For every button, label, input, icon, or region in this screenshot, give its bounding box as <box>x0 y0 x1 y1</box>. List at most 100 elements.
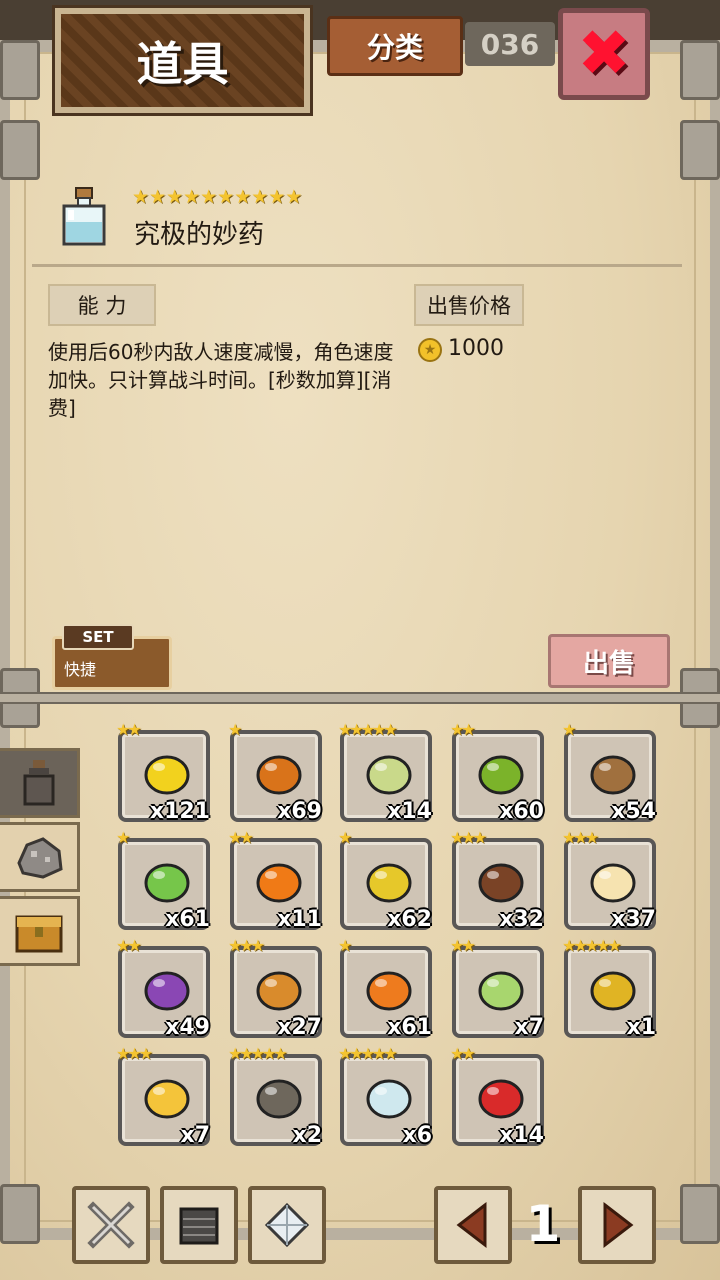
item-stars: ★★ <box>450 720 476 739</box>
arrow-left-icon <box>456 1201 487 1249</box>
item-slot-pumpkin[interactable]: ★ x69 <box>228 720 322 824</box>
item-slot-bread[interactable]: ★★★ x27 <box>228 936 322 1040</box>
item-slot-carrot[interactable]: ★ x61 <box>338 936 432 1040</box>
item-quantity: x7 <box>514 1015 545 1040</box>
next-page-button[interactable] <box>578 1186 656 1264</box>
item-stars: ★ <box>338 828 352 847</box>
price-tag: 出售价格 <box>414 284 524 326</box>
panel-divider <box>0 692 720 704</box>
item-slot-potato[interactable]: ★ x54 <box>562 720 656 824</box>
item-stars: ★★★★★ <box>338 1044 398 1063</box>
armor-tab-button[interactable] <box>160 1186 238 1264</box>
item-slot-cake[interactable]: ★★★ x37 <box>562 828 656 932</box>
item-slot-potion[interactable]: ★★★★★ x14 <box>338 720 432 824</box>
tab-potions[interactable] <box>0 748 80 818</box>
cake-icon <box>588 856 638 906</box>
shortcut-label: 快捷 <box>64 660 97 679</box>
item-quantity: x54 <box>611 799 656 824</box>
frame-rivet <box>680 40 720 100</box>
item-quantity: x62 <box>387 907 432 932</box>
frame-rivet <box>680 120 720 180</box>
item-quantity: x6 <box>402 1123 433 1148</box>
item-slot-kiwi[interactable]: ★★ x60 <box>450 720 544 824</box>
item-slot-pepper[interactable]: ★ x61 <box>116 828 210 932</box>
item-quantity: x7 <box>180 1123 211 1148</box>
chest-icon <box>15 915 62 953</box>
close-button[interactable]: ✖ <box>558 8 650 100</box>
tab-materials[interactable] <box>0 822 80 892</box>
item-slot-melon[interactable]: ★★ x7 <box>450 936 545 1040</box>
frame-rivet <box>0 40 40 100</box>
item-stars: ★★ <box>450 1044 476 1063</box>
item-stars: ★ <box>562 720 576 739</box>
potato-icon <box>588 748 638 798</box>
item-quantity: x14 <box>387 799 432 824</box>
item-slot-grapes[interactable]: ★★ x49 <box>116 936 210 1040</box>
frame-rivet <box>680 1184 720 1244</box>
gem-tab-button[interactable] <box>248 1186 326 1264</box>
item-stars: ★★★★★ <box>562 936 622 955</box>
item-quantity: x27 <box>277 1015 322 1040</box>
item-quantity: x1 <box>626 1015 657 1040</box>
item-stars: ★★★★★ <box>338 720 398 739</box>
category-button[interactable]: 分类 <box>327 16 463 76</box>
item-stars: ★ <box>228 720 242 739</box>
ore-icon <box>16 837 63 879</box>
item-name: 究极的妙药 <box>134 220 265 250</box>
detail-separator <box>32 264 682 267</box>
inventory-screen: 036 道具 分类 ✖ ★★★★★★★★★★ 究极的妙药 能 力 出售价格 使用… <box>0 0 720 1280</box>
hud-counter: 036 <box>465 22 555 66</box>
pepper-icon <box>142 856 192 906</box>
item-stars: ★★ <box>450 936 476 955</box>
item-quantity: x61 <box>165 907 210 932</box>
item-quantity: x121 <box>149 799 210 824</box>
elixir-icon <box>364 1072 414 1122</box>
item-stars: ★★★ <box>116 1044 153 1063</box>
item-quantity: x11 <box>277 907 322 932</box>
item-quantity: x61 <box>387 1015 432 1040</box>
carrot-icon <box>364 964 414 1014</box>
coin-icon: ★ <box>418 338 442 362</box>
chocolate-icon <box>476 856 526 906</box>
item-slot-omelette[interactable]: ★★★ x7 <box>116 1044 211 1148</box>
prev-page-button[interactable] <box>434 1186 512 1264</box>
item-slot-orange[interactable]: ★★ x11 <box>228 828 322 932</box>
item-quantity: x69 <box>277 799 322 824</box>
item-stars: ★ <box>116 828 130 847</box>
equipment-tab-button[interactable] <box>72 1186 150 1264</box>
gem-icon <box>264 1202 310 1248</box>
set-badge: SET <box>62 624 134 650</box>
item-slot-lemon[interactable]: ★★ x121 <box>116 720 210 824</box>
item-stars: ★★ <box>228 828 254 847</box>
item-quantity: x37 <box>611 907 656 932</box>
rarity-stars: ★★★★★★★★★★ <box>132 186 303 208</box>
item-quantity: x14 <box>499 1123 544 1148</box>
item-quantity: x32 <box>499 907 544 932</box>
arrow-right-icon <box>603 1201 634 1249</box>
potion-icon <box>23 760 54 806</box>
lemon-icon <box>142 748 192 798</box>
anvil-icon <box>254 1072 304 1122</box>
item-slot-gold-card[interactable]: ★★★★★ x1 <box>562 936 657 1040</box>
corn-icon <box>364 856 414 906</box>
item-stars: ★★ <box>116 720 142 739</box>
sell-button[interactable]: 出售 <box>548 634 670 688</box>
item-slot-chocolate[interactable]: ★★★ x32 <box>450 828 544 932</box>
potion-icon <box>364 748 414 798</box>
item-slot-elixir[interactable]: ★★★★★ x6 <box>338 1044 433 1148</box>
kiwi-icon <box>476 748 526 798</box>
gold-card-icon <box>588 964 638 1014</box>
close-icon: ✖ <box>577 17 631 91</box>
pumpkin-icon <box>254 748 304 798</box>
item-quantity: x60 <box>499 799 544 824</box>
item-quantity: x2 <box>292 1123 323 1148</box>
tab-treasure[interactable] <box>0 896 80 966</box>
item-quantity: x49 <box>165 1015 210 1040</box>
item-slot-apple[interactable]: ★★ x14 <box>450 1044 544 1148</box>
item-slot-corn[interactable]: ★ x62 <box>338 828 432 932</box>
item-stars: ★★★ <box>228 936 265 955</box>
ability-tag: 能 力 <box>48 284 156 326</box>
item-slot-anvil[interactable]: ★★★★★ x2 <box>228 1044 323 1148</box>
crossed-swords-icon <box>87 1201 135 1249</box>
omelette-icon <box>142 1072 192 1122</box>
